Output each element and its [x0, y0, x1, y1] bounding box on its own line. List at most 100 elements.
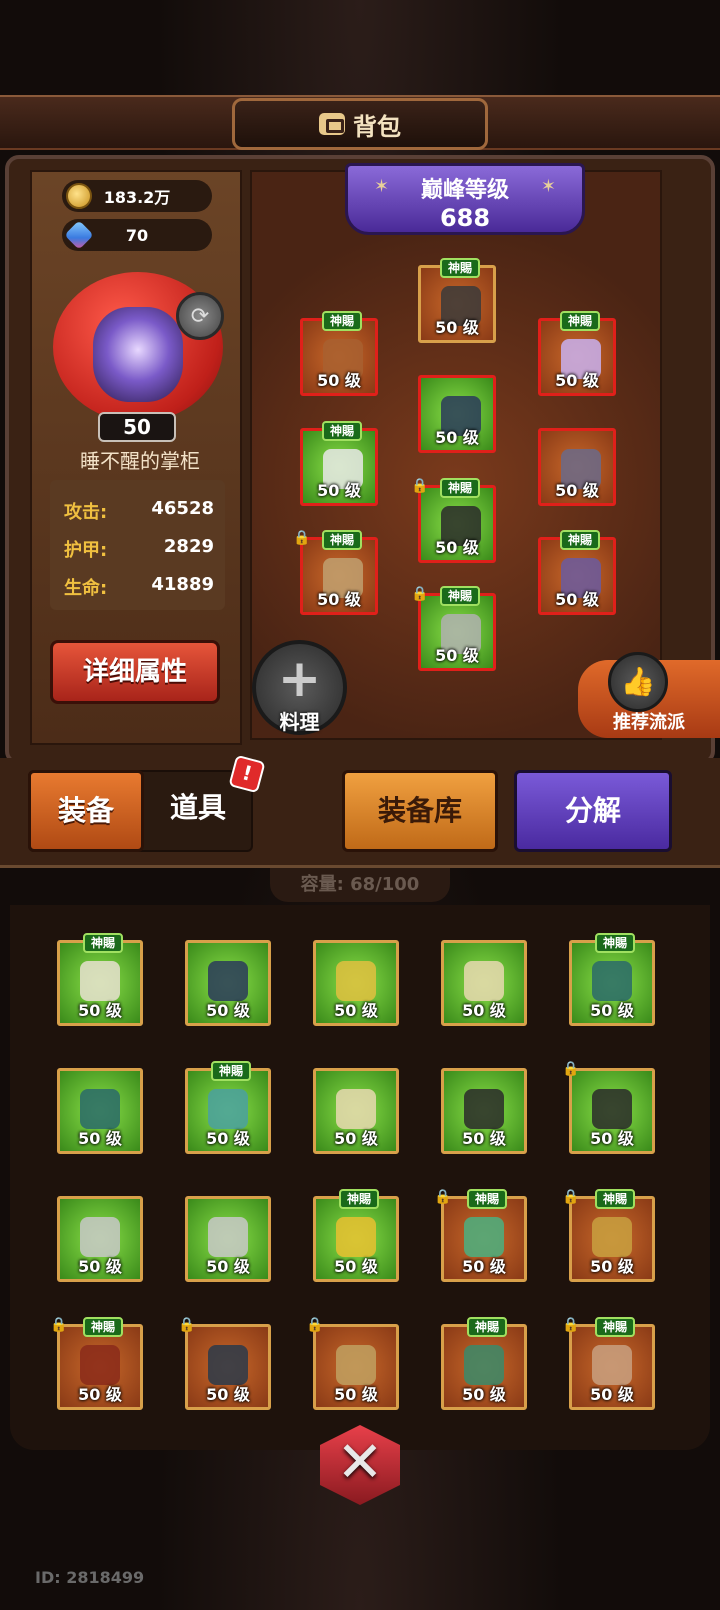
lock-icon: 🔒 — [562, 1061, 580, 1077]
thumbs-up-icon: 👍 — [608, 652, 668, 712]
item-level: 50 级 — [555, 590, 599, 609]
equipment-slot[interactable]: 神賜 50 级 — [57, 933, 143, 1026]
item-level: 50 级 — [590, 1385, 634, 1404]
lock-icon: 🔒 — [562, 1189, 580, 1205]
equipment-slot[interactable]: 神賜 🔒 50 级 — [411, 586, 496, 671]
equipment-slot[interactable]: 神賜 🔒 50 级 — [411, 478, 496, 563]
equipment-slot[interactable]: 神賜 🔒 50 级 — [562, 1189, 655, 1282]
equipment-item-icon — [592, 1089, 632, 1129]
divine-tag: 神賜 — [339, 1189, 379, 1209]
item-level: 50 级 — [78, 1001, 122, 1020]
divine-tag: 神賜 — [595, 1189, 635, 1209]
item-level: 50 级 — [78, 1257, 122, 1276]
item-level: 50 级 — [590, 1257, 634, 1276]
item-level: 50 级 — [334, 1001, 378, 1020]
coin-icon — [66, 183, 92, 209]
equipment-slot[interactable]: 50 级 — [441, 1068, 527, 1154]
equipment-slot[interactable]: 神賜 50 级 — [441, 1317, 527, 1410]
recommend-build-button[interactable]: 👍 推荐流派 — [578, 652, 720, 738]
equipment-item-icon — [592, 1217, 632, 1257]
gem-counter: 70 — [62, 219, 212, 251]
equipment-slot[interactable]: 神賜 50 级 — [300, 421, 378, 506]
equipment-slot[interactable]: 神賜 🔒 50 级 — [293, 530, 378, 615]
equipment-slot[interactable]: 神賜 🔒 50 级 — [562, 1317, 655, 1410]
equipment-slot[interactable]: 神賜 50 级 — [300, 311, 378, 396]
equipment-slot[interactable]: 神賜 🔒 50 级 — [50, 1317, 143, 1410]
divine-tag: 神賜 — [83, 1317, 123, 1337]
equipment-item-icon — [80, 961, 120, 1001]
lock-icon: 🔒 — [178, 1317, 196, 1333]
tab-equipment[interactable]: 装备 — [28, 770, 144, 852]
item-level: 50 级 — [317, 371, 361, 390]
equipment-item-icon — [464, 1089, 504, 1129]
decompose-button[interactable]: 分解 — [514, 770, 672, 852]
item-level: 50 级 — [435, 646, 479, 665]
equipment-slot[interactable]: 50 级 — [441, 940, 527, 1026]
equipment-slot[interactable]: 50 级 — [57, 1068, 143, 1154]
item-level: 50 级 — [462, 1001, 506, 1020]
item-level: 50 级 — [78, 1385, 122, 1404]
hero-name: 睡不醒的掌柜 — [80, 449, 200, 473]
lock-icon: 🔒 — [50, 1317, 68, 1333]
hero-stats: 攻击: 46528 护甲: 2829 生命: 41889 — [50, 480, 225, 610]
equipment-slot[interactable]: 50 级 — [313, 1068, 399, 1154]
item-level: 50 级 — [462, 1129, 506, 1148]
equipment-slot[interactable]: 神賜 50 级 — [538, 311, 616, 396]
equipment-slot[interactable]: 50 级 — [185, 1196, 271, 1282]
equipment-slot[interactable]: 🔒 50 级 — [178, 1317, 271, 1410]
stat-label: 生命: — [64, 578, 108, 599]
equipment-item-icon — [336, 1217, 376, 1257]
equipment-slot[interactable]: 神賜 50 级 — [313, 1189, 399, 1282]
equipment-slot[interactable]: 50 级 — [538, 428, 616, 506]
item-level: 50 级 — [206, 1257, 250, 1276]
gem-amount: 70 — [125, 225, 149, 245]
item-level: 50 级 — [435, 318, 479, 337]
item-level: 50 级 — [555, 481, 599, 500]
divine-tag: 神賜 — [467, 1317, 507, 1337]
equipment-slot[interactable]: 50 级 — [57, 1196, 143, 1282]
divine-tag: 神賜 — [211, 1061, 251, 1081]
refresh-icon[interactable]: ⟳ — [176, 292, 224, 340]
equipment-item-icon — [336, 1089, 376, 1129]
bag-icon — [319, 113, 345, 135]
equipment-slot[interactable]: 神賜 50 级 — [569, 933, 655, 1026]
divine-tag: 神賜 — [440, 478, 480, 498]
divine-tag: 神賜 — [595, 1317, 635, 1337]
divine-tag: 神賜 — [560, 530, 600, 550]
page-title-plate: 背包 — [232, 98, 488, 150]
coin-counter: 183.2万 — [62, 180, 212, 212]
equipment-slot[interactable]: 50 级 — [418, 375, 496, 453]
equipment-item-icon — [80, 1089, 120, 1129]
pinnacle-value: 688 — [439, 204, 491, 232]
pinnacle-level[interactable]: ✶ ✶ 巅峰等级 688 — [345, 163, 585, 235]
page-title: 背包 — [353, 112, 401, 141]
equipment-slot[interactable]: 神賜 🔒 50 级 — [434, 1189, 527, 1282]
equipment-slot[interactable]: 🔒 50 级 — [306, 1317, 399, 1410]
detail-attributes-button[interactable]: 详细属性 — [50, 640, 220, 704]
equipment-slot[interactable]: 50 级 — [313, 940, 399, 1026]
equipment-slot[interactable]: 神賜 50 级 — [418, 258, 496, 343]
equipment-slot[interactable]: 50 级 — [185, 940, 271, 1026]
item-level: 50 级 — [462, 1257, 506, 1276]
equipment-slot[interactable]: 🔒 50 级 — [562, 1061, 655, 1154]
equipment-library-button[interactable]: 装备库 — [342, 770, 498, 852]
item-level: 50 级 — [334, 1385, 378, 1404]
stat-value: 2829 — [163, 536, 214, 557]
stat-value: 41889 — [151, 574, 214, 595]
lock-icon: 🔒 — [293, 530, 311, 546]
equipment-item-icon — [336, 1345, 376, 1385]
equipment-item-icon — [80, 1217, 120, 1257]
recommend-label: 推荐流派 — [613, 712, 685, 733]
hero-avatar[interactable]: ⟳ — [48, 262, 228, 427]
battle-button[interactable]: ✕ — [305, 1410, 415, 1520]
star-icon: ✶ — [374, 176, 390, 197]
stat-health: 生命: 41889 — [64, 574, 214, 600]
divine-tag: 神賜 — [322, 421, 362, 441]
gem-icon — [64, 220, 94, 250]
stat-armor: 护甲: 2829 — [64, 536, 214, 562]
item-level: 50 级 — [78, 1129, 122, 1148]
divine-tag: 神賜 — [595, 933, 635, 953]
cook-button[interactable]: + 料理 — [252, 640, 347, 735]
equipment-slot[interactable]: 神賜 50 级 — [185, 1061, 271, 1154]
equipment-slot[interactable]: 神賜 50 级 — [538, 530, 616, 615]
